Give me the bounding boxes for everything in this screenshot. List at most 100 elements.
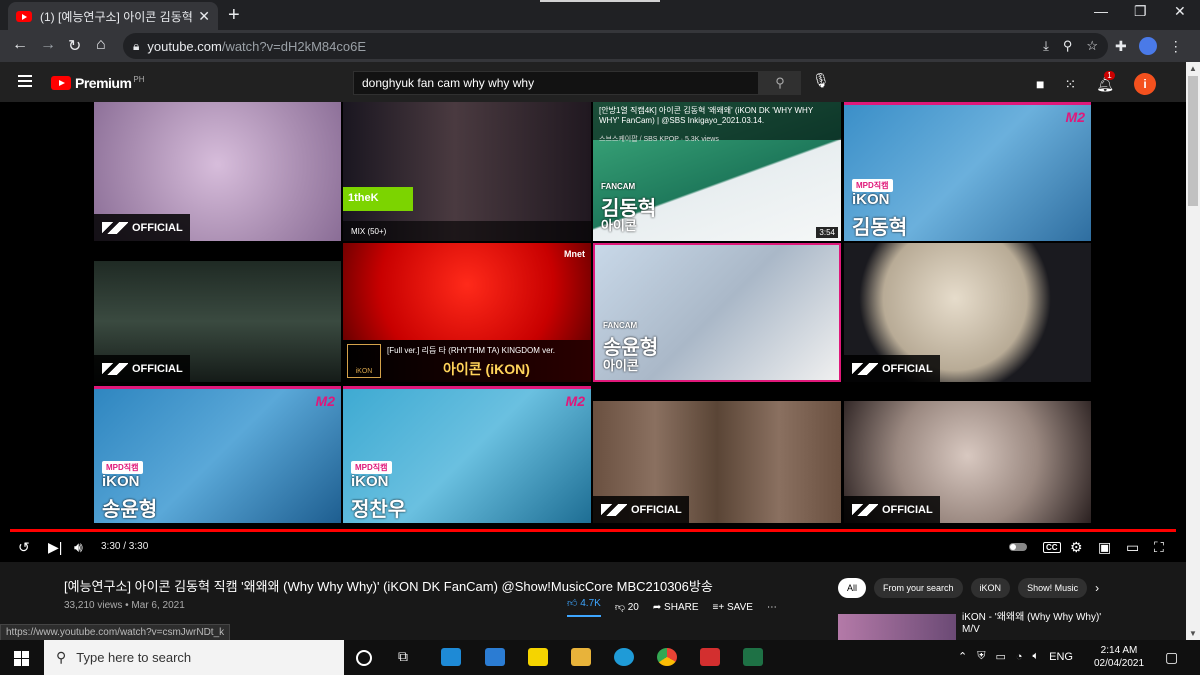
taskbar-search-input[interactable]: ⚲ Type here to search xyxy=(44,640,344,675)
theater-mode-icon[interactable]: ▭ xyxy=(1126,539,1139,556)
reload-icon[interactable]: ↻ xyxy=(68,36,81,56)
endscreen-video-11[interactable]: OFFICIAL xyxy=(593,401,841,523)
recommended-title[interactable]: iKON - '왜왜왜 (Why Why Why)' M/V xyxy=(962,612,1112,636)
file-explorer-icon[interactable] xyxy=(571,648,591,666)
endscreen-video-7[interactable]: FANCAM 송윤형 아이콘 xyxy=(593,243,841,382)
action-center-icon[interactable]: ▢ xyxy=(1165,649,1178,666)
network-icon[interactable]: ◔ xyxy=(1016,651,1023,663)
clock-date: 02/04/2021 xyxy=(1094,658,1145,669)
back-icon[interactable]: ← xyxy=(12,36,28,54)
microphone-icon[interactable]: 🎙︎ xyxy=(812,72,830,89)
endscreen-video-8[interactable]: OFFICIAL xyxy=(844,243,1091,382)
sticky-notes-icon[interactable] xyxy=(528,648,548,666)
autoplay-toggle[interactable] xyxy=(1009,543,1027,551)
endscreen-video-4[interactable]: M2 MPD직캠 iKON 김동혁 xyxy=(844,102,1091,241)
video-title: [예능연구소] 아이콘 김동혁 직캠 '왜왜왜 (Why Why Why)' (… xyxy=(64,579,713,594)
profile-avatar[interactable] xyxy=(1138,37,1157,55)
excel-icon[interactable] xyxy=(743,648,763,666)
task-view-icon[interactable]: ⧉ xyxy=(398,648,418,666)
endscreen-video-10[interactable]: M2 MPD직캠 iKON 정찬우 xyxy=(343,386,591,523)
video-player[interactable]: OFFICIAL 1theK MIX (50+) [안방1열 직캠4K] 아이콘… xyxy=(0,102,1186,562)
replay-icon[interactable]: ↺ xyxy=(18,539,30,556)
tab-close-icon[interactable]: ✕ xyxy=(198,8,210,25)
create-video-icon[interactable]: ■ xyxy=(1036,76,1044,92)
chip-ikon[interactable]: iKON xyxy=(970,578,1011,598)
install-icon[interactable]: ⤓ xyxy=(1043,38,1049,54)
scrollbar-thumb[interactable] xyxy=(1188,76,1198,206)
endscreen-video-2[interactable]: 1theK MIX (50+) xyxy=(343,102,591,241)
chip-show-music[interactable]: Show! Music xyxy=(1018,578,1088,598)
notifications-bell-icon[interactable]: 🔔︎ 1 xyxy=(1096,70,1115,93)
store-icon[interactable] xyxy=(441,648,461,666)
captions-icon[interactable]: CC xyxy=(1043,542,1061,553)
speaker-icon[interactable]: 🔈︎ xyxy=(1033,650,1040,663)
search-input[interactable]: donghyuk fan cam why why why xyxy=(353,71,759,95)
windows-start-icon[interactable] xyxy=(14,651,29,666)
share-button[interactable]: ➦ SHARE xyxy=(653,602,699,613)
scroll-down-icon[interactable]: ▼ xyxy=(1189,629,1197,638)
home-icon[interactable]: ⌂ xyxy=(96,36,106,54)
settings-gear-icon[interactable]: ⚙ xyxy=(1070,539,1083,556)
onethek-badge: 1theK xyxy=(343,187,413,211)
language-indicator[interactable]: ENG xyxy=(1049,651,1073,663)
browser-menu-icon[interactable]: ⋮ xyxy=(1169,38,1183,55)
endscreen-video-9[interactable]: M2 MPD직캠 iKON 송윤형 xyxy=(94,386,341,523)
lock-icon[interactable]: 🔒︎ xyxy=(133,39,139,54)
forward-icon[interactable]: → xyxy=(40,36,56,54)
search-button[interactable]: ⚲ xyxy=(759,71,801,95)
page-scrollbar[interactable]: ▲ ▼ xyxy=(1186,62,1200,640)
m2-logo: M2 xyxy=(315,393,335,409)
chrome-icon[interactable] xyxy=(657,648,677,666)
logo-region: PH xyxy=(133,74,145,84)
new-tab-button[interactable]: + xyxy=(228,4,240,27)
minimize-icon[interactable]: — xyxy=(1094,3,1108,19)
chip-from-search[interactable]: From your search xyxy=(874,578,963,598)
browser-tab[interactable]: (1) [예능연구소] 아이콘 김동혁 직 ✕ xyxy=(8,2,218,30)
battery-icon[interactable]: ▭ xyxy=(995,650,1005,663)
next-icon[interactable]: ▶| xyxy=(48,539,62,556)
endscreen-video-1[interactable]: OFFICIAL xyxy=(94,102,341,241)
endscreen-video-3[interactable]: [안방1열 직캠4K] 아이콘 김동혁 '왜왜왜' (iKON DK 'WHY … xyxy=(593,102,841,241)
taskbar-clock[interactable]: 2:14 AM 02/04/2021 xyxy=(1094,644,1144,670)
endscreen-video-12[interactable]: OFFICIAL xyxy=(844,401,1091,523)
window-close-icon[interactable]: ✕ xyxy=(1174,3,1186,20)
video-6-line2: 아이콘 (iKON) xyxy=(443,361,530,377)
apps-grid-icon[interactable]: ⁙ xyxy=(1064,76,1076,93)
cortana-icon[interactable] xyxy=(356,650,372,666)
endscreen-video-5[interactable]: OFFICIAL xyxy=(94,261,341,382)
address-bar[interactable]: 🔒︎ youtube.com /watch?v=dH2kM84co6E ⤓ ⚲ … xyxy=(123,33,1108,59)
kingdom-banner: iKON [Full ver.] 리듬 타 (RHYTHM TA) KINGDO… xyxy=(343,340,591,382)
chevron-right-icon[interactable]: › xyxy=(1095,578,1099,598)
like-button[interactable]: 👍︎ 4.7K xyxy=(567,597,601,617)
account-avatar[interactable]: i xyxy=(1133,73,1156,95)
yg-logo-icon xyxy=(102,221,128,234)
group-name: 아이콘 xyxy=(603,358,639,373)
youtube-logo[interactable]: Premium PH xyxy=(51,75,145,91)
fancam-label: FANCAM xyxy=(601,182,636,191)
search-icon: ⚲ xyxy=(775,75,785,90)
extensions-puzzle-icon[interactable]: ✚ xyxy=(1115,38,1127,55)
chip-all[interactable]: All xyxy=(838,578,867,598)
zoom-icon[interactable]: ⚲ xyxy=(1063,38,1073,54)
youtube-play-icon xyxy=(51,76,71,90)
endscreen-video-6[interactable]: Mnet iKON [Full ver.] 리듬 타 (RHYTHM TA) K… xyxy=(343,243,591,382)
security-icon[interactable]: ⛨ xyxy=(977,650,985,663)
search-icon: ⚲ xyxy=(56,649,67,665)
edge-icon[interactable] xyxy=(614,648,634,666)
menu-hamburger-icon[interactable] xyxy=(18,75,32,87)
save-button[interactable]: ≡+ SAVE xyxy=(713,602,753,613)
miniplayer-icon[interactable]: ▣ xyxy=(1098,539,1111,556)
dislike-button[interactable]: 👎︎ 20 xyxy=(615,601,639,613)
more-actions-icon[interactable]: ⋯ xyxy=(767,602,777,613)
acrobat-icon[interactable] xyxy=(700,648,720,666)
fullscreen-icon[interactable]: ⛶ xyxy=(1154,539,1164,556)
restore-icon[interactable]: ❐ xyxy=(1134,3,1147,20)
bookmark-star-icon[interactable]: ☆ xyxy=(1086,38,1098,54)
scroll-up-icon[interactable]: ▲ xyxy=(1189,64,1197,73)
chevron-up-icon[interactable]: ⌃ xyxy=(958,650,967,663)
thumbs-down-icon: 👎︎ xyxy=(614,602,625,613)
m2-logo: M2 xyxy=(1065,109,1085,125)
mail-icon[interactable] xyxy=(485,648,505,666)
recommended-thumbnail[interactable] xyxy=(838,614,956,640)
volume-icon[interactable]: 🔊︎ xyxy=(74,539,83,556)
